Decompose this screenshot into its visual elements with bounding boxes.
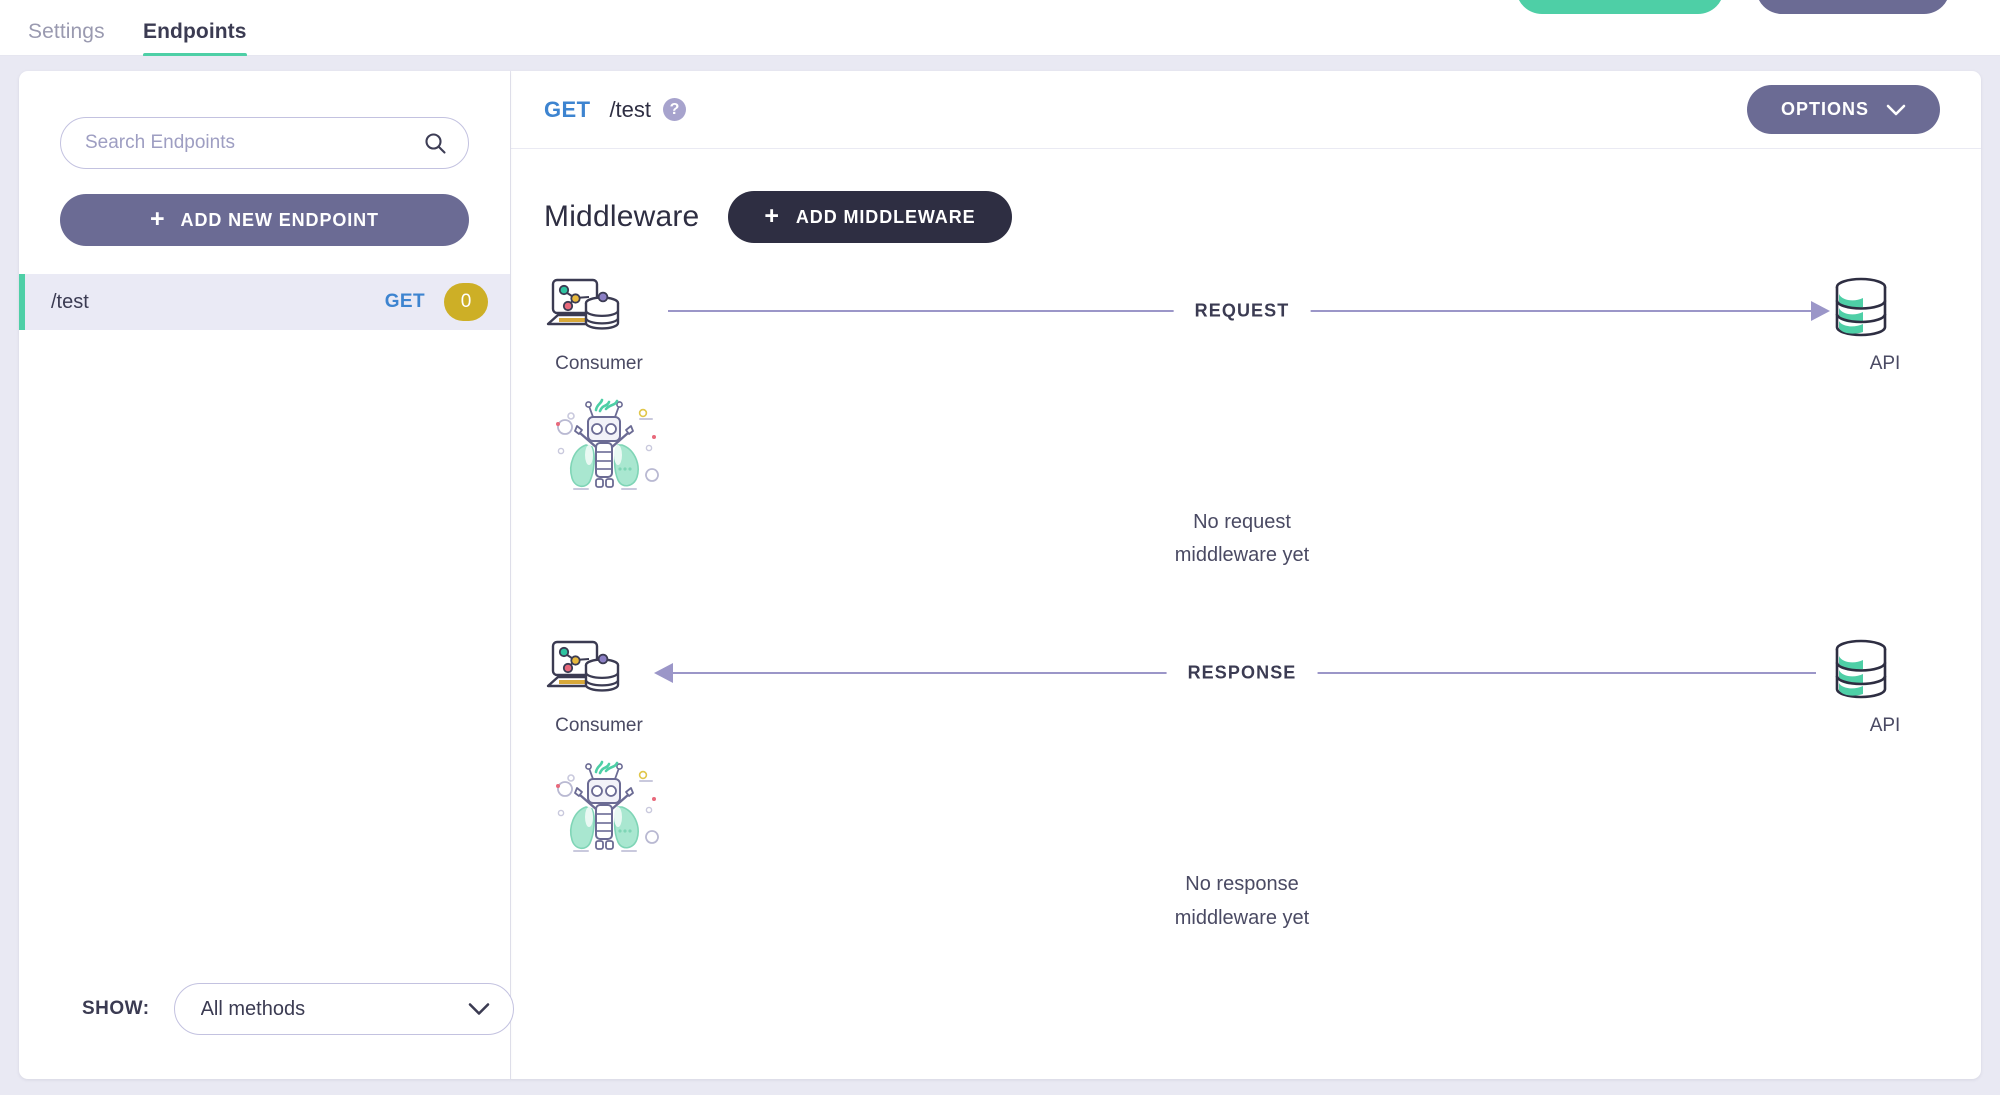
options-button[interactable]: OPTIONS — [1746, 85, 1940, 134]
endpoint-method-badge: GET — [384, 291, 425, 312]
add-middleware-label: ADD MIDDLEWARE — [795, 206, 976, 227]
request-arrow: REQUEST — [654, 275, 1830, 365]
request-api-node: API — [1830, 275, 1940, 375]
request-api-label: API — [1869, 353, 1901, 374]
response-consumer-label: Consumer — [555, 715, 643, 737]
response-flow-section: Consumer RESPONSE API No response middle… — [511, 605, 1981, 931]
endpoint-header-method: GET — [544, 96, 591, 122]
response-label: RESPONSE — [1166, 662, 1318, 684]
tab-settings[interactable]: Settings — [28, 20, 105, 55]
endpoint-list-item-test[interactable]: /test GET 0 — [19, 274, 510, 330]
response-empty-line2: middleware yet — [1174, 906, 1310, 929]
options-button-label: OPTIONS — [1780, 99, 1869, 119]
content-shell: + ADD NEW ENDPOINT /test GET 0 SHOW: All… — [19, 71, 1981, 1079]
request-empty-line2: middleware yet — [1174, 544, 1310, 567]
api-database-icon — [1830, 637, 1940, 705]
page-body: + ADD NEW ENDPOINT /test GET 0 SHOW: All… — [0, 56, 2000, 1095]
tab-endpoints[interactable]: Endpoints — [143, 20, 247, 57]
search-icon[interactable] — [423, 131, 447, 155]
tab-bar: Settings Endpoints — [0, 14, 2000, 57]
response-empty-line1: No response — [1185, 873, 1299, 896]
endpoint-middleware-count-badge: 0 — [444, 283, 488, 321]
plus-icon: + — [764, 201, 780, 230]
endpoints-sidebar: + ADD NEW ENDPOINT /test GET 0 SHOW: All… — [19, 71, 514, 1079]
response-consumer-node: Consumer — [544, 637, 654, 737]
tab-endpoints-label: Endpoints — [143, 20, 247, 43]
add-new-endpoint-label: ADD NEW ENDPOINT — [180, 209, 379, 230]
search-input[interactable] — [60, 117, 469, 169]
arrow-left-icon — [654, 663, 673, 684]
secondary-action-button-purple[interactable] — [1756, 0, 1950, 14]
add-middleware-button[interactable]: + ADD MIDDLEWARE — [728, 191, 1012, 243]
consumer-icon — [544, 637, 654, 705]
show-filter-label: SHOW: — [82, 998, 150, 1019]
response-empty-state: No response middleware yet — [544, 755, 1940, 931]
help-icon[interactable]: ? — [663, 98, 687, 121]
request-consumer-node: Consumer — [544, 275, 654, 375]
top-action-bar — [0, 0, 2000, 14]
request-label: REQUEST — [1173, 300, 1311, 322]
sidebar-footer: SHOW: All methods — [19, 983, 514, 1079]
request-flow-section: Consumer REQUEST API No request middlewa… — [511, 243, 1981, 569]
chevron-down-icon — [1886, 104, 1906, 116]
broken-robot-icon — [544, 755, 1940, 865]
tab-settings-label: Settings — [28, 20, 105, 43]
endpoint-path: /test — [51, 290, 89, 313]
response-flow-row: Consumer RESPONSE API — [544, 637, 1940, 737]
search-container — [60, 117, 469, 169]
primary-action-button-green[interactable] — [1516, 0, 1724, 14]
response-arrow: RESPONSE — [654, 637, 1830, 727]
middleware-title: Middleware — [544, 200, 700, 233]
request-consumer-label: Consumer — [555, 353, 643, 374]
request-flow-row: Consumer REQUEST API — [544, 275, 1940, 375]
endpoint-detail-panel: GET /test ? OPTIONS Middleware + ADD MID… — [510, 71, 1981, 1079]
response-api-node: API — [1830, 637, 1940, 737]
middleware-header: Middleware + ADD MIDDLEWARE — [511, 149, 1981, 243]
endpoint-list: /test GET 0 — [19, 274, 510, 330]
endpoint-header-path: /test — [609, 96, 652, 122]
broken-robot-icon — [544, 393, 1940, 503]
arrow-right-icon — [1811, 301, 1830, 321]
endpoint-detail-header: GET /test ? OPTIONS — [511, 71, 1981, 149]
plus-icon: + — [150, 204, 166, 233]
request-empty-line1: No request — [1193, 511, 1291, 533]
method-filter-container: All methods — [173, 983, 514, 1035]
method-filter-select[interactable]: All methods — [173, 983, 514, 1035]
request-empty-state: No request middleware yet — [544, 393, 1940, 569]
consumer-icon — [544, 275, 654, 343]
response-api-label: API — [1869, 715, 1901, 737]
api-database-icon — [1830, 275, 1940, 343]
add-new-endpoint-button[interactable]: + ADD NEW ENDPOINT — [60, 194, 469, 246]
